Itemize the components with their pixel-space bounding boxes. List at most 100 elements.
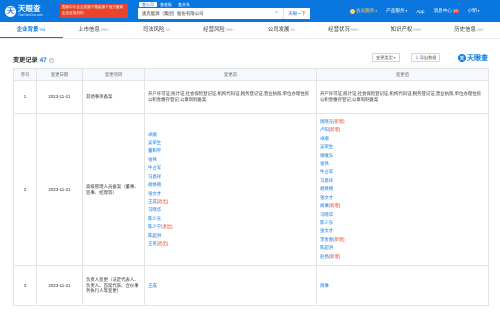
person-link[interactable]: 张伟 xyxy=(148,157,157,162)
person-entry: 陈少东 xyxy=(320,219,485,227)
category-tabs: 企业背景951 上市信息999+ 司法风险33 经营风险999+ 公司发展29 … xyxy=(0,22,500,39)
person-link[interactable]: 吴荣生 xyxy=(148,140,161,145)
search-box: × xyxy=(138,8,283,19)
person-entry: 张伟 xyxy=(148,156,313,164)
info-icon[interactable]: ? xyxy=(48,57,54,63)
person-link[interactable]: 吴荣生 xyxy=(320,144,333,149)
person-link[interactable]: 张伟 xyxy=(320,161,329,166)
table-row: 1 2023-11-21 其他事项备案 开户许可证,统计证,社会保险登记证,机构… xyxy=(13,80,489,114)
person-link[interactable]: 王成 xyxy=(148,199,157,204)
person-link[interactable]: 牛占军 xyxy=(148,165,161,170)
person-link[interactable]: 卢阳 xyxy=(320,127,329,132)
person-link[interactable]: 王英 xyxy=(148,241,157,246)
person-entry: 牛占军 xyxy=(320,168,485,176)
search-input[interactable] xyxy=(142,8,274,19)
tab-intellectual-property[interactable]: 知识产权999+ xyxy=(375,22,438,38)
user-menu[interactable]: 小明 ▾ xyxy=(468,8,480,14)
app-link[interactable]: App xyxy=(416,9,424,14)
clear-search-icon[interactable]: × xyxy=(275,11,280,16)
search-button[interactable]: 天眼一下 xyxy=(283,8,310,19)
person-link[interactable]: 李金春 xyxy=(320,237,333,242)
before-person-list: 卓顺 吴荣生 董和平 张伟 牛占军 马恩祥 胡焕德 张文才 王成[退出] 马晓华 陈少东 陈少宁[退出… xyxy=(148,131,313,249)
person-link[interactable]: 陈少宁 xyxy=(148,224,161,229)
search-type-tabs: 查公司 查老板 查关系 xyxy=(139,2,193,7)
logo-name: 天眼查 xyxy=(18,4,41,13)
vip-crown-icon xyxy=(350,8,355,14)
person-entry: 张文才 xyxy=(320,194,485,202)
tab-company-background[interactable]: 企业背景951 xyxy=(0,22,63,38)
person-entry: 吴荣生 xyxy=(320,143,485,151)
cell-date: 2023-11-21 xyxy=(36,113,83,266)
cell-item: 其他事项备案 xyxy=(82,80,145,114)
product-service-link[interactable]: 产品服务 ▾ xyxy=(386,8,407,14)
person-link[interactable]: 陈少东 xyxy=(320,220,333,225)
person-link[interactable]: 陈超洪 xyxy=(148,233,161,238)
vip-service-link[interactable]: 会员服务 ▾ xyxy=(350,8,377,14)
cell-item: 负责人变更（法定代表人、负责人、首席代表、合伙事务执行人等变更） xyxy=(82,265,145,306)
person-link[interactable]: 周晓东 xyxy=(320,119,333,124)
tab-history-info[interactable]: 历史信息204 xyxy=(438,22,500,38)
person-entry: 胡焕德 xyxy=(148,181,313,189)
new-tag: [新增] xyxy=(333,236,345,242)
person-entry: 马晓华 xyxy=(148,206,313,214)
exit-tag: [退出] xyxy=(161,224,173,230)
search-tab-relation[interactable]: 查关系 xyxy=(175,2,193,7)
tab-business-status[interactable]: 经营状况999+ xyxy=(313,22,376,38)
person-link[interactable]: 胡焕德 xyxy=(148,182,161,187)
cell-after: 周晓东[新增] 卢阳[新增] 卓顺 吴荣生 谢敬东 张伟 牛占军 马恩祥 胡焕德 张文才 闻琳[新增… xyxy=(316,113,489,266)
person-link[interactable]: 卓顺 xyxy=(320,136,329,141)
cell-before: 卓顺 吴荣生 董和平 张伟 牛占军 马恩祥 胡焕德 张文才 王成[退出] 马晓华 陈少东 陈少宁[退出… xyxy=(144,113,317,266)
cell-date: 2023-11-21 xyxy=(36,80,83,114)
person-link[interactable]: 周琳 xyxy=(320,283,329,288)
person-link[interactable]: 马晓华 xyxy=(148,207,161,212)
message-center-link[interactable]: 消息中心 10 xyxy=(434,8,459,14)
new-tag: [新增] xyxy=(328,127,341,133)
person-entry: 谢敬东 xyxy=(320,152,485,160)
message-count-badge: 10 xyxy=(452,9,459,13)
person-link[interactable]: 牛占军 xyxy=(320,169,333,174)
search-tab-company[interactable]: 查公司 xyxy=(139,2,157,7)
person-link[interactable]: 马恩祥 xyxy=(148,174,161,179)
search-tab-boss[interactable]: 查老板 xyxy=(157,2,175,7)
person-link[interactable]: 闻琳 xyxy=(320,203,329,208)
person-link[interactable]: 张文才 xyxy=(320,195,333,200)
person-link[interactable]: 董和平 xyxy=(148,148,161,153)
person-entry: 牛占军 xyxy=(148,164,313,172)
logo-icon: 天 xyxy=(5,5,16,17)
export-data-button[interactable]: ⇩ 导出数据 xyxy=(411,53,441,62)
tab-listing-info[interactable]: 上市信息999+ xyxy=(63,22,126,38)
tab-company-development[interactable]: 公司发展29 xyxy=(250,22,313,38)
new-tag: [新增] xyxy=(333,119,345,125)
person-entry: 李金春[新增] xyxy=(320,236,485,244)
person-link[interactable]: 赵扬 xyxy=(320,254,329,259)
cell-after: 开户许可证,统计证,社会保险登记证,机构代码证,税务登记证,营业执照,单位办理住… xyxy=(316,80,489,114)
person-link[interactable]: 王成 xyxy=(148,283,157,288)
person-entry: 陈少东 xyxy=(148,215,313,223)
person-link[interactable]: 胡焕德 xyxy=(320,186,333,191)
cell-index: 2 xyxy=(13,113,37,266)
change-type-filter[interactable]: 变更类型 ▾ xyxy=(372,53,400,62)
person-link[interactable]: 张文才 xyxy=(148,191,161,196)
header-index: 序号 xyxy=(13,68,37,81)
person-entry: 张文才 xyxy=(320,227,485,235)
person-entry: 张文才 xyxy=(148,190,313,198)
person-link[interactable]: 张文才 xyxy=(320,228,333,233)
person-entry: 马恩祥 xyxy=(148,173,313,181)
person-link[interactable]: 谢敬东 xyxy=(320,153,333,158)
tab-operation-risk[interactable]: 经营风险999+ xyxy=(188,22,251,38)
person-entry: 吴荣生 xyxy=(148,139,313,147)
export-icon: ⇩ xyxy=(415,54,419,60)
person-link[interactable]: 马恩祥 xyxy=(320,178,333,183)
logo[interactable]: 天 天眼查 TianYanCha.com xyxy=(5,5,43,17)
promo-banner[interactable]: 国家中小企业发展子基金旗下官方备案企业征信机构 xyxy=(60,4,128,18)
person-entry: 赵扬[新增] xyxy=(320,253,485,261)
person-link[interactable]: 卓顺 xyxy=(148,132,157,137)
tab-judicial-risk[interactable]: 司法风险33 xyxy=(125,22,188,38)
chevron-down-icon: ▾ xyxy=(405,9,408,13)
person-link[interactable]: 马晓华 xyxy=(320,212,333,217)
person-link[interactable]: 陈超洪 xyxy=(320,245,333,250)
cell-before: 开户许可证,统计证,社会保险登记证,机构代码证,税务登记证,营业执照,单位办理住… xyxy=(144,80,317,114)
person-link[interactable]: 陈少东 xyxy=(148,216,161,221)
table-header-row: 序号 变更日期 变更项目 变更前 变更后 xyxy=(13,68,489,81)
header-before: 变更前 xyxy=(144,68,317,81)
